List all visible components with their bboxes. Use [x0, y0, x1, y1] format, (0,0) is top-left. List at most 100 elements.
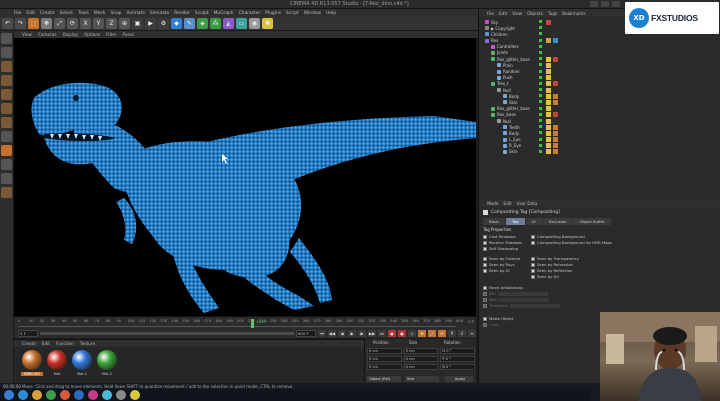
- menu-window[interactable]: Window: [304, 11, 321, 16]
- cube-icon[interactable]: ◆: [171, 18, 182, 29]
- visibility-check-icon[interactable]: [539, 81, 542, 85]
- object-tag-icon[interactable]: [546, 99, 551, 105]
- object-menu-objects[interactable]: Objects: [527, 11, 543, 16]
- material-label[interactable]: Mat.2: [96, 372, 118, 376]
- rotation-b-field[interactable]: B 0 °: [440, 364, 476, 370]
- attribute-property[interactable]: Threshold: [483, 303, 560, 308]
- range-slider[interactable]: [40, 331, 294, 335]
- visibility-check-icon[interactable]: [539, 125, 542, 129]
- app-red-icon[interactable]: [60, 390, 70, 400]
- object-tag-icon[interactable]: [553, 81, 558, 87]
- checkbox-icon[interactable]: [483, 316, 487, 321]
- attribute-property[interactable]: Seen by Rays: [483, 262, 515, 267]
- object-menu-view[interactable]: View: [512, 11, 522, 16]
- visibility-check-icon[interactable]: [539, 38, 542, 42]
- position-z-field[interactable]: 0 cm: [367, 364, 402, 370]
- material-swatch[interactable]: [97, 350, 117, 370]
- object-name[interactable]: Teeth: [509, 125, 520, 130]
- record-icon[interactable]: ●: [388, 329, 396, 337]
- object-name[interactable]: R_Eye: [509, 143, 521, 148]
- object-name[interactable]: Controllers: [497, 44, 519, 49]
- menu-create[interactable]: Create: [40, 11, 55, 16]
- attribute-property[interactable]: Seen by Reflection: [531, 268, 572, 273]
- attribute-menu-user-data[interactable]: User Data: [517, 201, 538, 206]
- property-value-field[interactable]: [509, 303, 560, 308]
- object-tag-icon[interactable]: [546, 112, 551, 118]
- material-swatch[interactable]: [22, 350, 42, 370]
- visibility-check-icon[interactable]: [539, 75, 542, 79]
- checkbox-icon[interactable]: [483, 303, 487, 308]
- next-frame-icon[interactable]: ▶: [358, 329, 366, 337]
- menu-script[interactable]: Script: [286, 11, 299, 16]
- app-pink-icon[interactable]: [88, 390, 98, 400]
- size-z-field[interactable]: 0 cm: [403, 364, 439, 370]
- object-name[interactable]: Skin: [509, 149, 518, 154]
- visibility-check-icon[interactable]: [539, 63, 542, 67]
- viewport-menu-options[interactable]: Options: [84, 32, 100, 37]
- object-tag-icon[interactable]: [553, 137, 558, 143]
- start-frame-field[interactable]: 0 F: [18, 329, 38, 337]
- edges-mode-icon[interactable]: [1, 103, 12, 114]
- z-axis-icon[interactable]: Z: [106, 18, 117, 29]
- object-menu-tags[interactable]: Tags: [548, 11, 557, 16]
- rotation-p-field[interactable]: P 0 °: [440, 356, 476, 362]
- texture-mode-icon[interactable]: [1, 61, 12, 72]
- attribute-property[interactable]: Self Shadowing: [483, 246, 518, 251]
- prev-frame-icon[interactable]: ◀: [338, 329, 346, 337]
- checkbox-icon[interactable]: [483, 322, 487, 327]
- checkbox-icon[interactable]: [483, 262, 487, 267]
- visibility-check-icon[interactable]: [539, 69, 542, 73]
- render-region-icon[interactable]: ▣: [132, 18, 143, 29]
- object-tag-icon[interactable]: [553, 112, 558, 118]
- object-tag-icon[interactable]: [546, 62, 551, 68]
- checkbox-icon[interactable]: [483, 285, 487, 290]
- visibility-check-icon[interactable]: [539, 106, 542, 110]
- menu-select[interactable]: Select: [59, 11, 73, 16]
- checkbox-icon[interactable]: [531, 234, 535, 239]
- attribute-property[interactable]: Compositing Background: [531, 234, 585, 239]
- object-tag-icon[interactable]: [546, 38, 551, 44]
- browser-icon[interactable]: [18, 390, 28, 400]
- end-frame-field[interactable]: 600 F: [296, 329, 316, 337]
- attribute-property[interactable]: Seen by AO: [531, 274, 559, 279]
- attribute-property[interactable]: Min: [483, 291, 548, 296]
- move-icon[interactable]: ✥: [41, 18, 52, 29]
- object-tag-icon[interactable]: [553, 143, 558, 149]
- attribute-property[interactable]: Seen by GI: [483, 268, 510, 273]
- visibility-check-icon[interactable]: [539, 131, 542, 135]
- visibility-check-icon[interactable]: [539, 119, 542, 122]
- menu-simulate[interactable]: Simulate: [150, 11, 169, 16]
- material-swatch[interactable]: [47, 350, 67, 370]
- object-tag-icon[interactable]: [546, 130, 551, 136]
- menu-mograph[interactable]: MoGraph: [214, 11, 234, 16]
- checkbox-icon[interactable]: [531, 262, 535, 267]
- scale-key-icon[interactable]: ⤢: [428, 329, 436, 337]
- keyframe-selection-icon[interactable]: ◇: [408, 329, 416, 337]
- rotation-h-field[interactable]: H 0 °: [440, 348, 476, 354]
- apply-button[interactable]: Apply: [445, 376, 473, 382]
- goto-start-icon[interactable]: ⏮: [318, 329, 326, 337]
- visibility-check-icon[interactable]: [539, 26, 542, 30]
- attribute-property[interactable]: Receive Shadows: [483, 240, 522, 245]
- object-tag-icon[interactable]: [546, 137, 551, 143]
- coordinate-system-icon[interactable]: ⊕: [119, 18, 130, 29]
- object-name[interactable]: Children: [491, 32, 508, 37]
- live-select-icon[interactable]: ⬚: [28, 18, 39, 29]
- material-menu-texture[interactable]: Texture: [80, 341, 95, 346]
- viewport-menu-display[interactable]: Display: [63, 32, 78, 37]
- polygons-mode-icon[interactable]: [1, 117, 12, 128]
- object-name[interactable]: Null: [503, 119, 511, 124]
- object-tag-icon[interactable]: [546, 143, 551, 149]
- property-value-field[interactable]: [498, 297, 549, 302]
- app-cyan-icon[interactable]: [102, 390, 112, 400]
- minimize-button[interactable]: [590, 1, 598, 7]
- tab-tag[interactable]: Tag: [506, 218, 525, 225]
- menu-snap[interactable]: Snap: [110, 11, 121, 16]
- attribute-property[interactable]: Seen by Refraction: [531, 262, 573, 267]
- render-view-icon[interactable]: ▶: [145, 18, 156, 29]
- start-icon[interactable]: [4, 390, 14, 400]
- pen-icon[interactable]: ✎: [184, 18, 195, 29]
- checkbox-icon[interactable]: [483, 234, 487, 239]
- attribute-property[interactable]: Compositing Background for HDR Maps: [531, 240, 612, 245]
- menu-character[interactable]: Character: [239, 11, 261, 16]
